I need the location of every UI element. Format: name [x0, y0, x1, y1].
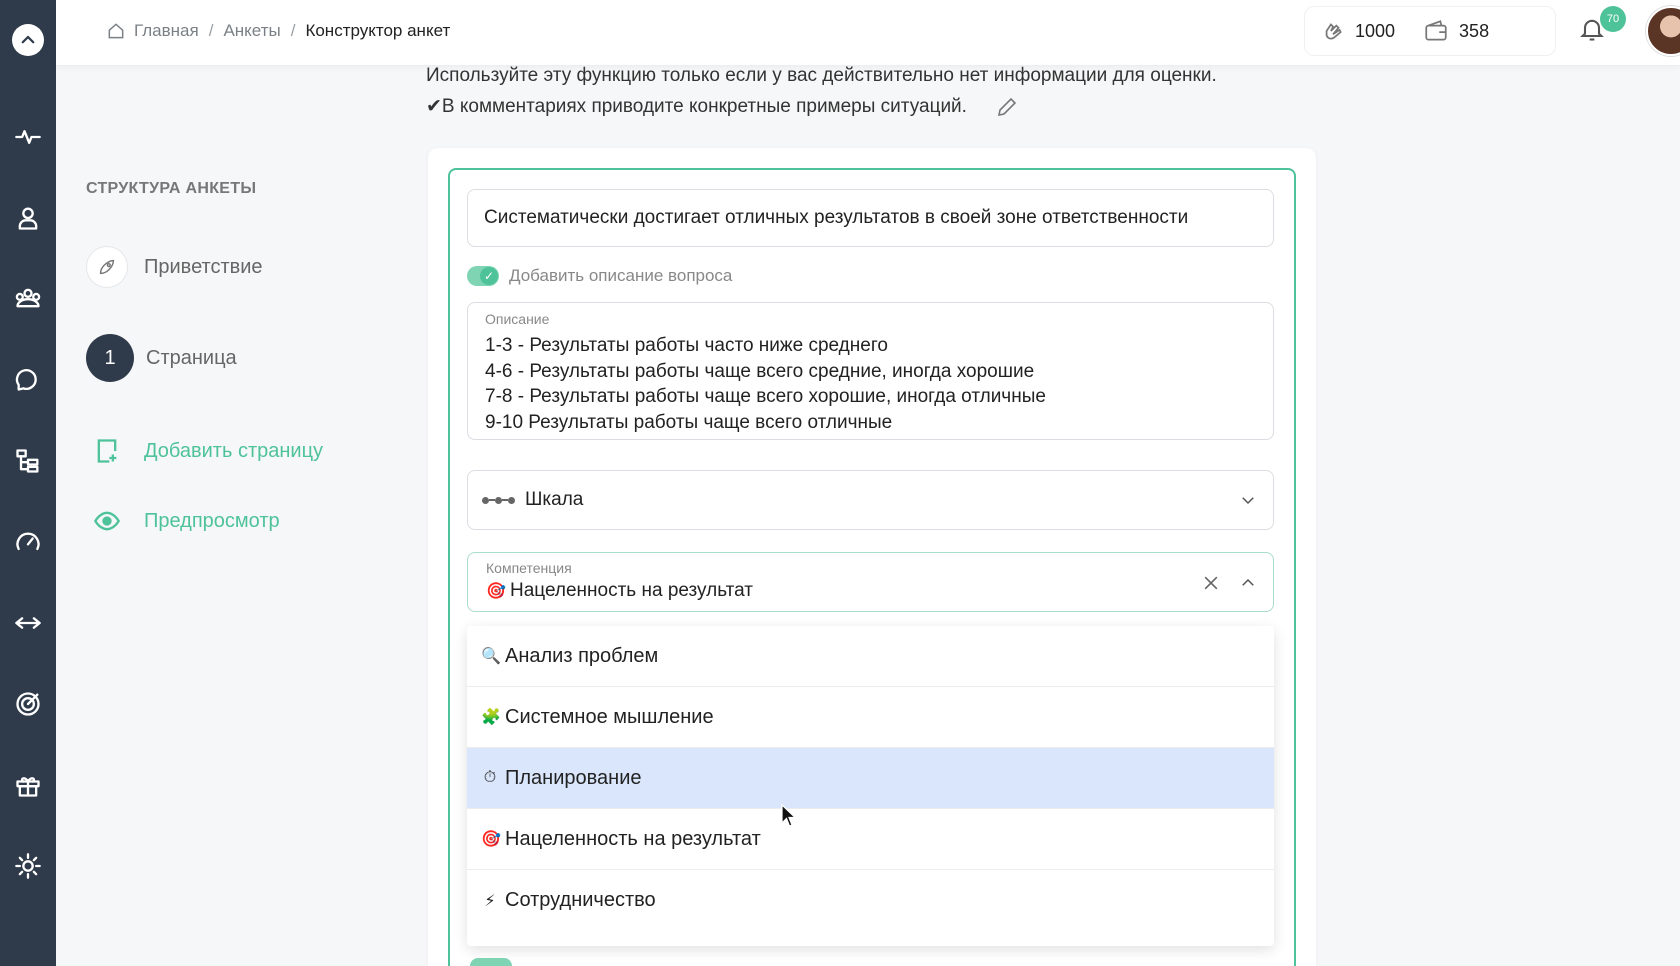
dropdown-option-systems-thinking[interactable]: 🧩 Системное мышление — [467, 687, 1274, 748]
breadcrumb-current: Конструктор анкет — [305, 21, 451, 40]
app-logo[interactable] — [0, 20, 56, 60]
claps-value: 1000 — [1355, 20, 1396, 41]
preview-label: Предпросмотр — [144, 509, 280, 532]
gift-icon[interactable] — [0, 765, 56, 805]
home-icon[interactable] — [106, 21, 126, 41]
notifications-button[interactable]: 70 — [1578, 6, 1626, 50]
intro-line-2: ✔В комментариях приводите конкретные при… — [426, 96, 967, 117]
description-line: 1-3 - Результаты работы часто ниже средн… — [485, 335, 888, 356]
chat-icon[interactable] — [0, 359, 56, 399]
dropdown-option-problem-analysis[interactable]: 🔍 Анализ проблем — [467, 626, 1274, 687]
dropdown-option-cooperation[interactable]: ⚡ Сотрудничество — [467, 870, 1274, 931]
next-toggle[interactable] — [470, 958, 512, 966]
user-avatar[interactable] — [1646, 6, 1680, 56]
stopwatch-icon: ⏱ — [483, 769, 497, 786]
dropdown-option-result-orientation[interactable]: 🎯 Нацеленность на результат — [467, 809, 1274, 870]
survey-structure-panel: СТРУКТУРА АНКЕТЫ Приветствие 1 Страница … — [86, 180, 323, 532]
org-chart-icon[interactable] — [0, 441, 56, 481]
question-type-value: Шкала — [525, 489, 584, 510]
intro-line-1: Используйте эту функцию только если у ва… — [426, 65, 1217, 86]
option-label: Нацеленность на результат — [505, 827, 761, 850]
team-icon[interactable] — [0, 278, 56, 318]
description-line: 4-6 - Результаты работы чаще всего средн… — [485, 360, 1035, 382]
wallet-counter[interactable]: 358 — [1423, 18, 1489, 44]
eye-icon — [86, 500, 128, 542]
loop-icon[interactable] — [0, 603, 56, 643]
magnifier-icon: 🔍 — [481, 648, 501, 665]
question-type-select[interactable]: Шкала — [467, 470, 1274, 530]
target-icon[interactable] — [0, 684, 56, 724]
option-label: Анализ проблем — [505, 644, 659, 667]
dropdown-option-planning[interactable]: ⏱ Планирование — [467, 748, 1274, 809]
description-field-label: Описание — [485, 311, 550, 327]
breadcrumb-surveys[interactable]: Анкеты — [223, 21, 280, 41]
competency-value: Нацеленность на результат — [510, 580, 753, 601]
preview-button[interactable]: Предпросмотр — [86, 500, 280, 542]
description-toggle-row: ✓ Добавить описание вопроса — [467, 266, 732, 286]
rocket-icon — [86, 246, 128, 288]
breadcrumb-separator: / — [208, 21, 214, 40]
settings-gear-icon[interactable] — [0, 846, 56, 886]
description-toggle-label: Добавить описание вопроса — [509, 266, 733, 285]
puzzle-icon: 🧩 — [481, 709, 501, 726]
structure-title: СТРУКТУРА АНКЕТЫ — [86, 180, 257, 197]
page-number-badge: 1 — [86, 334, 134, 382]
breadcrumb-separator: / — [290, 21, 296, 40]
user-icon[interactable] — [0, 198, 56, 238]
clap-icon — [1325, 23, 1342, 40]
add-page-label: Добавить страницу — [144, 439, 324, 462]
structure-welcome-label: Приветствие — [144, 255, 263, 278]
clear-selection-icon[interactable] — [1201, 573, 1221, 593]
description-line: 7-8 - Результаты работы чаще всего хорош… — [485, 386, 1046, 407]
side-nav-rail — [0, 0, 56, 966]
question-title-text: Систематически достигает отличных резуль… — [484, 207, 1189, 228]
wallet-icon — [1425, 20, 1447, 41]
structure-item-page[interactable]: 1 Страница — [86, 334, 237, 382]
chevron-down-icon[interactable] — [1239, 491, 1257, 509]
breadcrumb: Главная / Анкеты / Конструктор анкет — [106, 0, 450, 62]
claps-counter[interactable]: 1000 — [1319, 18, 1395, 44]
competency-select[interactable]: Компетенция 🎯 Нацеленность на результат — [467, 552, 1274, 612]
description-toggle[interactable]: ✓ — [467, 266, 499, 286]
add-page-icon — [86, 430, 128, 472]
edit-pencil-icon[interactable] — [995, 95, 1019, 119]
competency-field-label: Компетенция — [486, 560, 572, 576]
notification-badge: 70 — [1600, 6, 1626, 32]
structure-item-welcome[interactable]: Приветствие — [86, 246, 263, 288]
intro-text: Используйте эту функцию только если у ва… — [426, 60, 1217, 122]
question-title-input[interactable]: Систематически достигает отличных резуль… — [467, 189, 1274, 247]
option-label: Планирование — [505, 766, 642, 789]
scale-icon — [482, 496, 515, 504]
option-label: Системное мышление — [505, 705, 714, 728]
target-emoji-icon: 🎯 — [486, 583, 506, 600]
target-emoji-icon: 🎯 — [481, 831, 501, 848]
check-icon: ✓ — [480, 267, 498, 285]
balance-counters: 1000 358 — [1304, 6, 1556, 56]
gauge-icon[interactable] — [0, 522, 56, 562]
question-description-textarea[interactable]: Описание 1-3 - Результаты работы часто н… — [467, 302, 1274, 440]
pulse-icon[interactable] — [0, 117, 56, 157]
lightning-icon: ⚡ — [484, 892, 496, 910]
option-label: Сотрудничество — [505, 889, 656, 911]
mouse-cursor-icon — [781, 804, 797, 827]
description-line: 9-10 Результаты работы чаще всего отличн… — [485, 411, 893, 433]
wallet-value: 358 — [1459, 20, 1490, 41]
breadcrumb-home[interactable]: Главная — [134, 21, 199, 41]
chevron-up-icon[interactable] — [1239, 574, 1257, 597]
competency-dropdown-menu: 🔍 Анализ проблем 🧩 Системное мышление ⏱ … — [467, 626, 1274, 946]
add-page-button[interactable]: Добавить страницу — [86, 430, 323, 472]
structure-page-label: Страница — [146, 346, 237, 369]
top-header: Главная / Анкеты / Конструктор анкет 100… — [56, 0, 1680, 66]
